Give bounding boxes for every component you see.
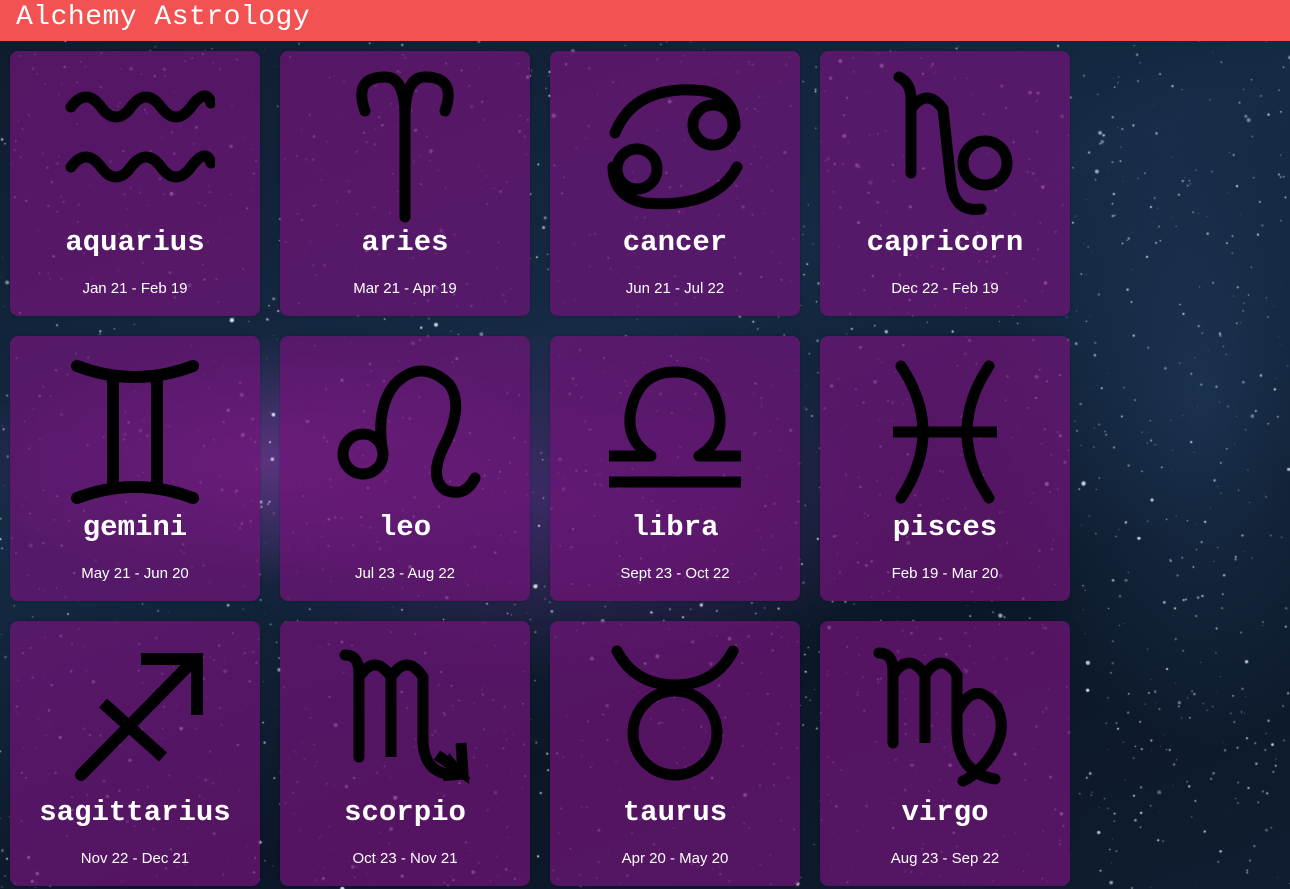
sign-card-aries[interactable]: aries Mar 21 - Apr 19 (280, 51, 530, 316)
virgo-icon (865, 633, 1025, 793)
sign-dates: Aug 23 - Sep 22 (890, 850, 1000, 867)
sign-dates: Nov 22 - Dec 21 (80, 850, 190, 867)
taurus-icon (595, 633, 755, 793)
sign-dates: Oct 23 - Nov 21 (352, 850, 458, 867)
sign-name: capricorn (866, 226, 1024, 259)
sign-card-capricorn[interactable]: capricorn Dec 22 - Feb 19 (820, 51, 1070, 316)
sign-name: pisces (892, 511, 998, 544)
sign-card-virgo[interactable]: virgo Aug 23 - Sep 22 (820, 621, 1070, 886)
sign-card-cancer[interactable]: cancer Jun 21 - Jul 22 (550, 51, 800, 316)
sign-dates: May 21 - Jun 20 (81, 565, 189, 582)
sign-dates: Feb 19 - Mar 20 (891, 565, 999, 582)
cancer-icon (595, 63, 755, 223)
sign-dates: Sept 23 - Oct 22 (620, 565, 730, 582)
sign-card-taurus[interactable]: taurus Apr 20 - May 20 (550, 621, 800, 886)
sign-name: gemini (82, 511, 188, 544)
sign-card-aquarius[interactable]: aquarius Jan 21 - Feb 19 (10, 51, 260, 316)
sign-name: scorpio (344, 796, 466, 829)
pisces-icon (865, 348, 1025, 508)
sign-name: aquarius (65, 226, 205, 259)
gemini-icon (55, 348, 215, 508)
sign-name: leo (378, 511, 432, 544)
aquarius-icon (55, 63, 217, 223)
sign-dates: Jan 21 - Feb 19 (82, 280, 188, 297)
sagittarius-icon (55, 633, 215, 793)
sign-card-leo[interactable]: leo Jul 23 - Aug 22 (280, 336, 530, 601)
scorpio-icon (325, 633, 485, 793)
sign-dates: Mar 21 - Apr 19 (353, 280, 457, 297)
leo-icon (325, 348, 485, 508)
header-bar: Alchemy Astrology (0, 0, 1290, 41)
sign-card-libra[interactable]: libra Sept 23 - Oct 22 (550, 336, 800, 601)
zodiac-grid: aquarius Jan 21 - Feb 19 aries Mar 21 - … (10, 51, 1072, 887)
sign-dates: Jun 21 - Jul 22 (625, 280, 725, 297)
sign-name: aries (361, 226, 449, 259)
sign-dates: Dec 22 - Feb 19 (891, 280, 999, 297)
sign-name: libra (631, 511, 719, 544)
aries-icon (325, 63, 485, 223)
libra-icon (595, 348, 755, 508)
sign-name: virgo (901, 796, 989, 829)
sign-dates: Jul 23 - Aug 22 (354, 565, 456, 582)
capricorn-icon (865, 63, 1025, 223)
site-title: Alchemy Astrology (16, 2, 311, 33)
sign-name: cancer (622, 226, 728, 259)
sign-name: sagittarius (39, 796, 231, 829)
sign-card-gemini[interactable]: gemini May 21 - Jun 20 (10, 336, 260, 601)
sign-card-scorpio[interactable]: scorpio Oct 23 - Nov 21 (280, 621, 530, 886)
sign-card-pisces[interactable]: pisces Feb 19 - Mar 20 (820, 336, 1070, 601)
sign-dates: Apr 20 - May 20 (621, 850, 729, 867)
sign-name: taurus (622, 796, 728, 829)
sign-card-sagittarius[interactable]: sagittarius Nov 22 - Dec 21 (10, 621, 260, 886)
